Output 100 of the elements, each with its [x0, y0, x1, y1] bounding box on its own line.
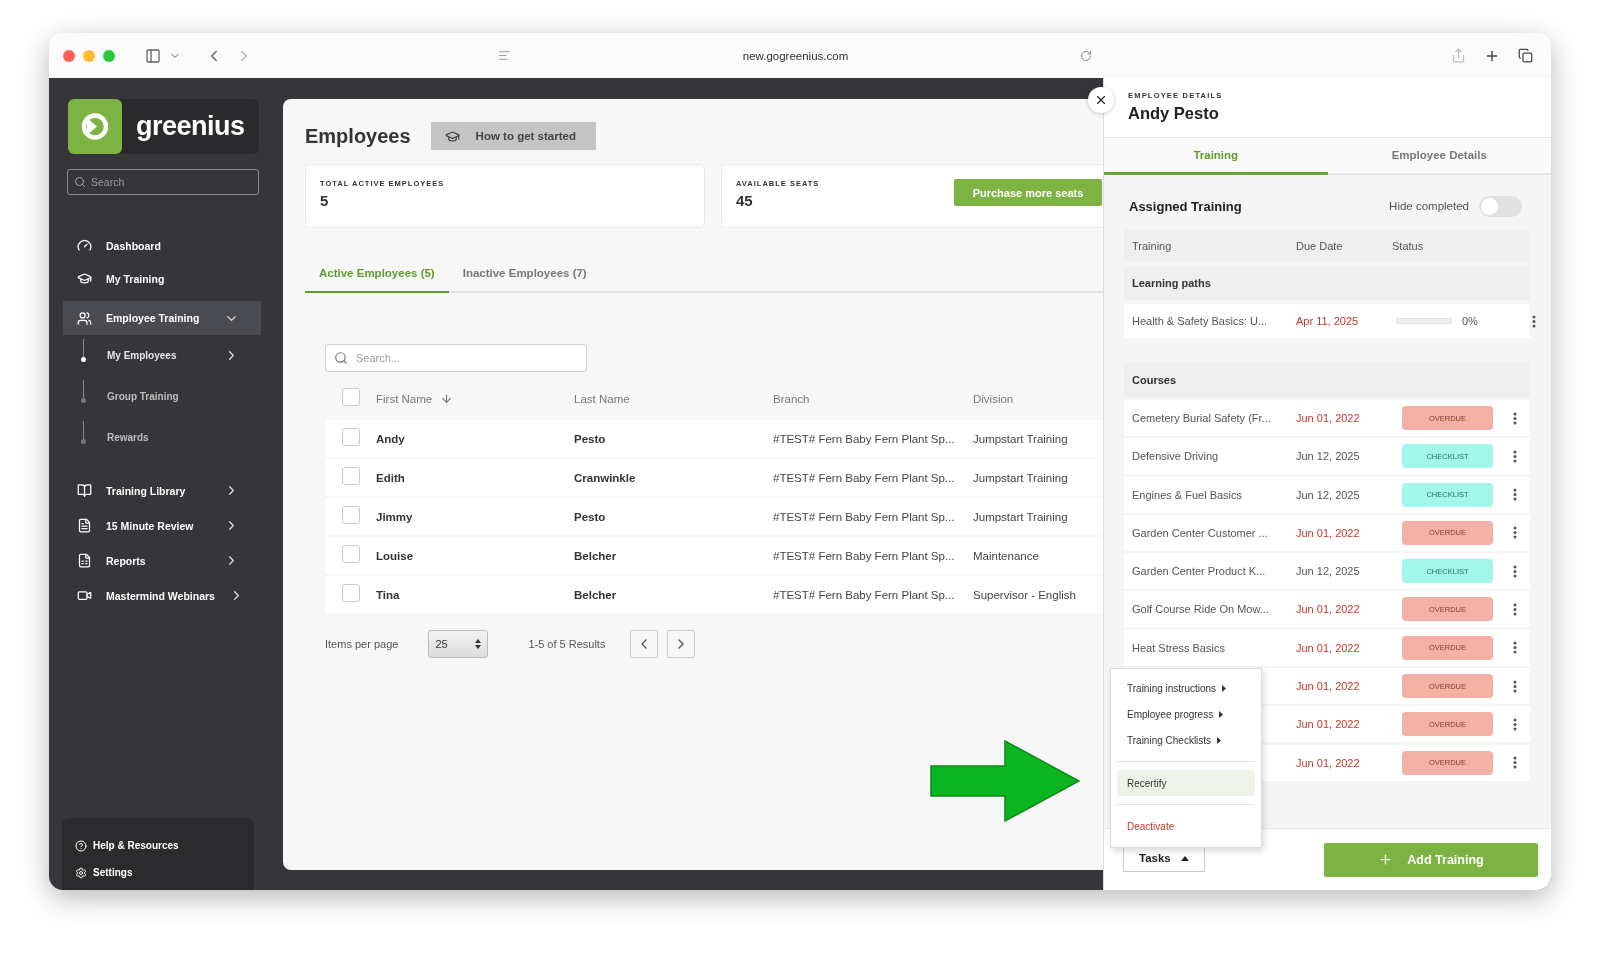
nav-item[interactable]: My Training	[63, 262, 261, 295]
page-icon	[498, 49, 511, 62]
table-cell: Jumpstart Training	[973, 471, 1068, 484]
more-icon[interactable]	[1513, 717, 1517, 731]
menu-item[interactable]: Deactivate	[1117, 813, 1255, 839]
training-name: Health & Safety Basics: U...	[1132, 315, 1268, 327]
document-icon	[77, 518, 92, 533]
nav-subitem[interactable]: My Employees	[63, 335, 261, 376]
table-cell: Maintenance	[973, 549, 1039, 562]
tab[interactable]: Inactive Employees (7)	[448, 255, 601, 293]
table-cell: Andy	[376, 432, 405, 445]
training-name: Golf Course Ride On Mow...	[1132, 603, 1269, 616]
nav-item[interactable]: Dashboard	[63, 229, 261, 262]
table-cell: Cranwinkle	[574, 471, 636, 484]
more-icon[interactable]	[1513, 488, 1517, 502]
nav-subitem[interactable]: Group Training	[63, 376, 261, 417]
search-icon	[74, 176, 86, 188]
tabs-icon[interactable]	[1518, 48, 1533, 63]
search-field[interactable]: Search	[67, 169, 259, 195]
results-count: 1-5 of 5 Results	[528, 638, 606, 650]
more-icon[interactable]	[1513, 756, 1517, 770]
row-checkbox[interactable]	[342, 466, 360, 485]
row-checkbox[interactable]	[342, 427, 360, 446]
submenu-caret-icon	[1222, 684, 1227, 692]
due-date: Jun 01, 2022	[1296, 680, 1360, 693]
help-button[interactable]: How to get started	[430, 122, 596, 150]
nav-item[interactable]: Employee Training	[63, 301, 261, 335]
due-date: Apr 11, 2025	[1296, 315, 1359, 327]
group-title: Courses	[1132, 373, 1177, 386]
close-window-button[interactable]	[63, 49, 75, 62]
more-icon[interactable]	[1513, 564, 1517, 578]
table-cell: Tina	[376, 588, 400, 601]
graduation-cap-icon	[77, 271, 92, 286]
report-icon	[77, 553, 92, 568]
more-icon[interactable]	[1513, 449, 1517, 463]
search-icon	[334, 351, 348, 365]
more-icon[interactable]	[1513, 411, 1517, 425]
more-icon[interactable]	[1513, 603, 1517, 616]
toggle-label: Hide completed	[1389, 200, 1469, 212]
gauge-icon	[77, 238, 92, 253]
stat-value: 45	[736, 192, 754, 209]
table-cell: Jumpstart Training	[973, 432, 1068, 445]
help-icon	[75, 839, 87, 852]
menu-item[interactable]: Recertify	[1117, 770, 1255, 796]
nav-item[interactable]: Training Library	[63, 473, 261, 508]
column-header: Status	[1392, 240, 1424, 252]
page-size-select[interactable]: 25	[428, 630, 489, 658]
column-header: Due Date	[1296, 240, 1343, 252]
table-cell: #TEST# Fern Baby Fern Plant Sp...	[773, 510, 955, 523]
more-icon[interactable]	[1513, 679, 1517, 693]
row-checkbox[interactable]	[342, 544, 360, 563]
logo-mark-icon	[68, 99, 122, 154]
due-date: Jun 01, 2022	[1296, 756, 1360, 769]
nav-item[interactable]: Reports	[63, 543, 261, 578]
select-all-checkbox[interactable]	[342, 387, 360, 406]
sidebar-icon[interactable]	[145, 47, 161, 64]
column-header[interactable]: First Name	[376, 392, 454, 405]
nav-item[interactable]: 15 Minute Review	[63, 508, 261, 543]
footer-link[interactable]: Help & Resources	[75, 832, 241, 859]
column-header: Training	[1132, 240, 1172, 252]
submenu-caret-icon	[1219, 710, 1224, 718]
url-text: new.gogreenius.com	[742, 49, 849, 62]
close-icon	[1094, 93, 1108, 107]
more-icon[interactable]	[1513, 641, 1517, 655]
table-cell: Pesto	[574, 510, 606, 523]
due-date: Jun 01, 2022	[1296, 641, 1360, 654]
group-title: Learning paths	[1132, 277, 1211, 289]
toggle-switch[interactable]	[1479, 195, 1522, 217]
column-header[interactable]: Division	[973, 392, 1014, 405]
table-cell: Pesto	[574, 432, 606, 445]
column-header[interactable]: Last Name	[574, 392, 630, 405]
row-checkbox[interactable]	[342, 583, 360, 602]
row-checkbox[interactable]	[342, 505, 360, 524]
table-cell: #TEST# Fern Baby Fern Plant Sp...	[773, 471, 955, 484]
table-cell: #TEST# Fern Baby Fern Plant Sp...	[773, 588, 955, 601]
graduation-cap-icon	[444, 128, 460, 144]
logo[interactable]: greenius	[68, 99, 259, 154]
footer-link[interactable]: Settings	[75, 859, 241, 886]
due-date: Jun 01, 2022	[1296, 603, 1360, 616]
tab[interactable]: Employee Details	[1327, 138, 1551, 175]
settings-icon	[75, 866, 87, 879]
book-icon	[77, 483, 92, 498]
items-per-page-label: Items per page	[325, 638, 399, 650]
submenu-caret-icon	[1217, 736, 1222, 744]
video-camera-icon	[77, 588, 92, 603]
search-field[interactable]: Search...	[325, 344, 587, 372]
more-icon[interactable]	[1532, 314, 1536, 328]
nav-subitem[interactable]: Rewards	[63, 417, 261, 458]
more-icon[interactable]	[1513, 526, 1517, 540]
employee-name: Andy Pesto	[1128, 104, 1220, 123]
due-date: Jun 01, 2022	[1296, 718, 1360, 731]
logo-text: greenius	[136, 111, 245, 142]
table-cell: Louise	[376, 549, 414, 562]
column-header[interactable]: Branch	[773, 392, 810, 405]
progress-reading: 0%	[1462, 315, 1478, 327]
nav-item[interactable]: Mastermind Webinars	[63, 578, 261, 613]
people-icon	[77, 310, 92, 326]
table-cell: #TEST# Fern Baby Fern Plant Sp...	[773, 432, 955, 445]
reload-icon[interactable]	[1080, 49, 1092, 62]
page-title: Employees	[305, 124, 411, 148]
